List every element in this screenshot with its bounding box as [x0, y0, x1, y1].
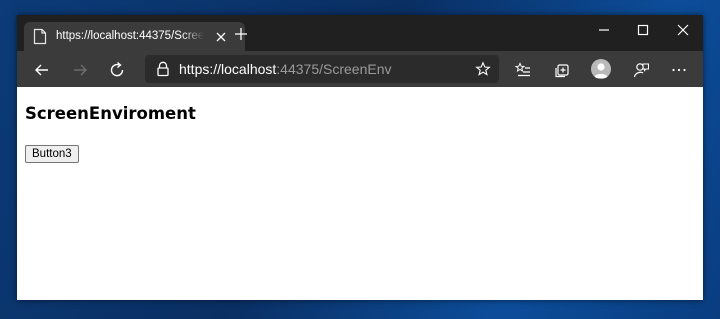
url-text: https://localhost:44375/ScreenEnv [179, 61, 391, 77]
star-icon[interactable] [475, 61, 491, 77]
profile-avatar-icon[interactable] [591, 59, 611, 79]
back-arrow-icon[interactable] [33, 61, 51, 79]
tab-title: https://localhost:44375/ScreenEnv [56, 30, 204, 42]
favorites-list-icon[interactable] [514, 61, 532, 79]
toolbar: https://localhost:44375/ScreenEnv [17, 51, 703, 87]
page-title: ScreenEnviroment [25, 104, 196, 123]
page-icon [33, 28, 47, 45]
maximize-icon[interactable] [634, 21, 652, 39]
browser-window: https://localhost:44375/ScreenEnv [17, 15, 703, 300]
tab-strip: https://localhost:44375/ScreenEnv [17, 15, 703, 51]
refresh-icon[interactable] [108, 61, 126, 79]
feedback-icon[interactable] [632, 61, 650, 79]
address-bar[interactable]: https://localhost:44375/ScreenEnv [145, 55, 499, 83]
url-host: https://localhost [179, 61, 277, 77]
plus-icon[interactable] [233, 26, 249, 42]
forward-arrow-icon[interactable] [71, 61, 89, 79]
page-content: ScreenEnviroment Button3 [17, 87, 703, 300]
tab-active[interactable]: https://localhost:44375/ScreenEnv [24, 22, 245, 51]
button3[interactable]: Button3 [25, 145, 79, 163]
lock-icon [157, 61, 169, 77]
window-close-icon[interactable] [674, 21, 692, 39]
url-path: :44375/ScreenEnv [276, 61, 392, 77]
minimize-icon[interactable] [595, 21, 613, 39]
close-icon[interactable] [214, 30, 228, 44]
more-icon[interactable] [670, 61, 688, 79]
collections-icon[interactable] [553, 61, 571, 79]
